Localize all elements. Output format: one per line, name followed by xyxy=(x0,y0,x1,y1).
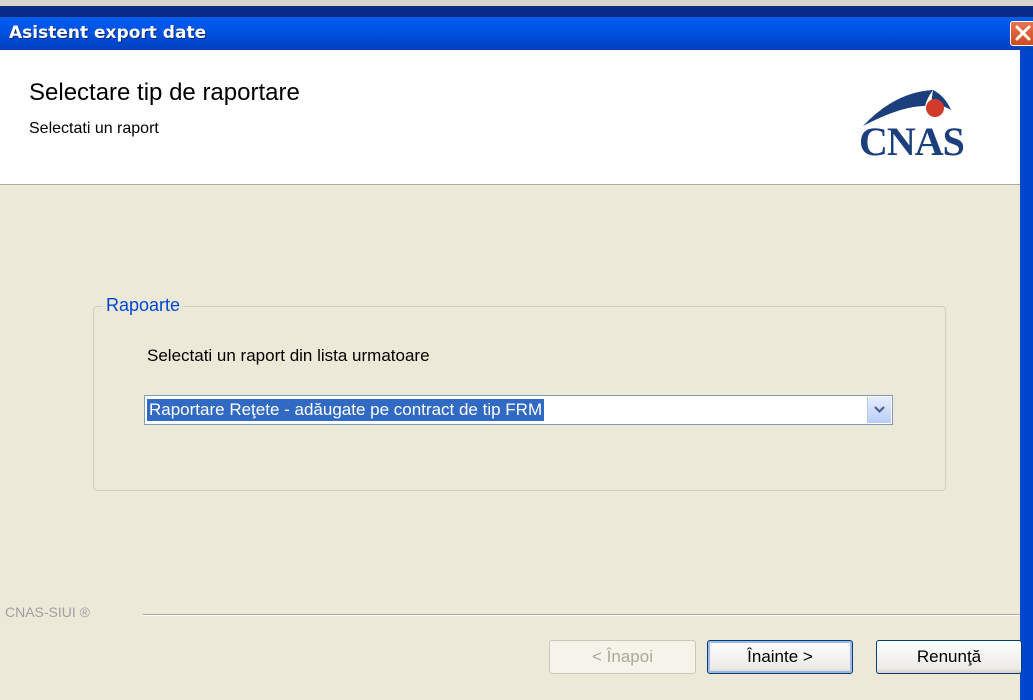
wizard-body: Rapoarte Selectati un raport din lista u… xyxy=(0,185,1022,700)
groupbox-legend: Rapoarte xyxy=(103,295,184,316)
report-select[interactable]: Raportare Reţete - adăugate pe contract … xyxy=(144,395,893,425)
logo-text: CNAS xyxy=(859,119,965,164)
back-button[interactable]: < Înapoi xyxy=(549,640,696,674)
report-prompt: Selectati un raport din lista urmatoare xyxy=(147,346,430,365)
cancel-button[interactable]: Renunţă xyxy=(876,640,1022,674)
brand-label: CNAS-SIUI ® xyxy=(5,604,90,620)
wizard-header: Selectare tip de raportare Selectati un … xyxy=(0,50,1020,185)
dropdown-button[interactable] xyxy=(867,397,891,423)
page-subtitle: Selectati un raport xyxy=(29,120,159,137)
title-bar[interactable]: Asistent export date xyxy=(0,17,1033,50)
page-title: Selectare tip de raportare xyxy=(29,79,300,106)
footer-divider xyxy=(143,614,1020,616)
close-icon xyxy=(1015,25,1031,41)
chevron-down-icon xyxy=(874,406,885,414)
cnas-logo: CNAS xyxy=(855,86,1005,166)
close-button[interactable] xyxy=(1010,21,1033,46)
window-border xyxy=(1020,50,1033,700)
window-title: Asistent export date xyxy=(9,23,207,43)
top-strip xyxy=(0,0,1033,6)
report-select-value: Raportare Reţete - adăugate pe contract … xyxy=(147,399,545,421)
next-button[interactable]: Înainte > xyxy=(707,640,853,674)
